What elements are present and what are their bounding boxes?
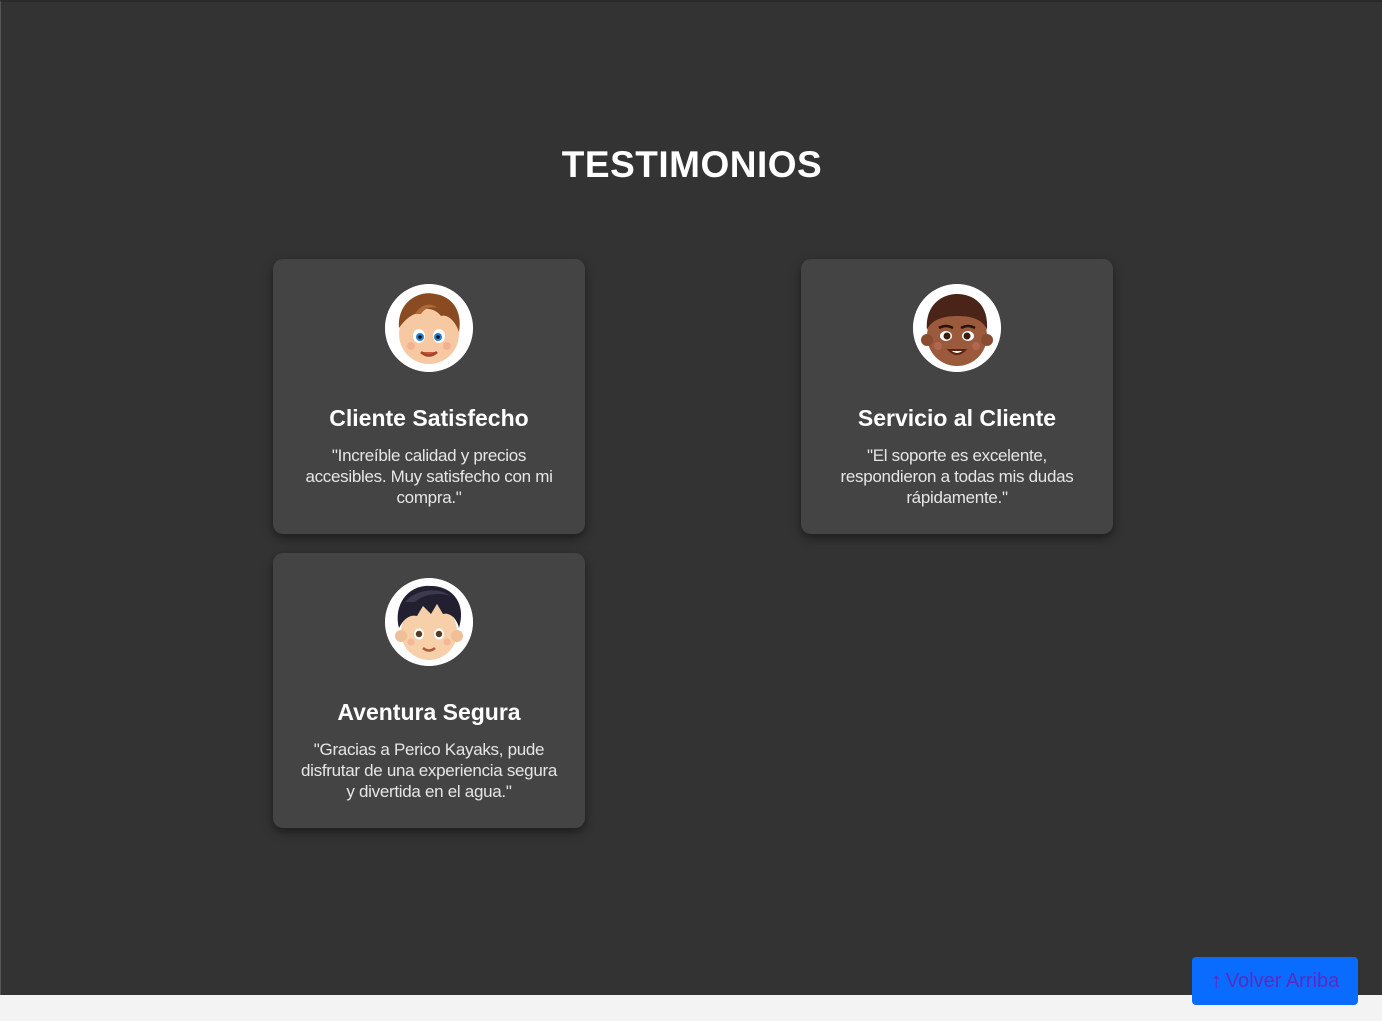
back-to-top-button[interactable]: ↑ Volver Arriba bbox=[1192, 957, 1358, 1005]
boy-black-hair-avatar-icon bbox=[385, 578, 473, 666]
boy-brown-hair-avatar-icon bbox=[385, 284, 473, 372]
testimonial-quote: "El soporte es excelente, respondieron a… bbox=[840, 446, 1074, 507]
back-to-top-label: Volver Arriba bbox=[1225, 969, 1340, 992]
arrow-up-icon: ↑ bbox=[1210, 968, 1222, 993]
testimonial-quote: "Increíble calidad y precios accesibles.… bbox=[305, 446, 553, 507]
boy-dark-skin-avatar-icon bbox=[913, 284, 1001, 372]
testimonials-section: TESTIMONIOS Cliente Satisfecho "Increíbl… bbox=[0, 0, 1382, 995]
testimonial-card: Servicio al Cliente "El soporte es excel… bbox=[801, 259, 1113, 534]
section-title: TESTIMONIOS bbox=[561, 144, 823, 185]
testimonial-quote: "Gracias a Perico Kayaks, pude disfrutar… bbox=[301, 740, 557, 801]
testimonial-card: Cliente Satisfecho "Increíble calidad y … bbox=[273, 259, 585, 534]
testimonial-card: Aventura Segura "Gracias a Perico Kayaks… bbox=[273, 553, 585, 828]
testimonial-name: Aventura Segura bbox=[337, 699, 521, 725]
testimonial-name: Cliente Satisfecho bbox=[329, 405, 529, 431]
testimonial-name: Servicio al Cliente bbox=[857, 405, 1057, 431]
